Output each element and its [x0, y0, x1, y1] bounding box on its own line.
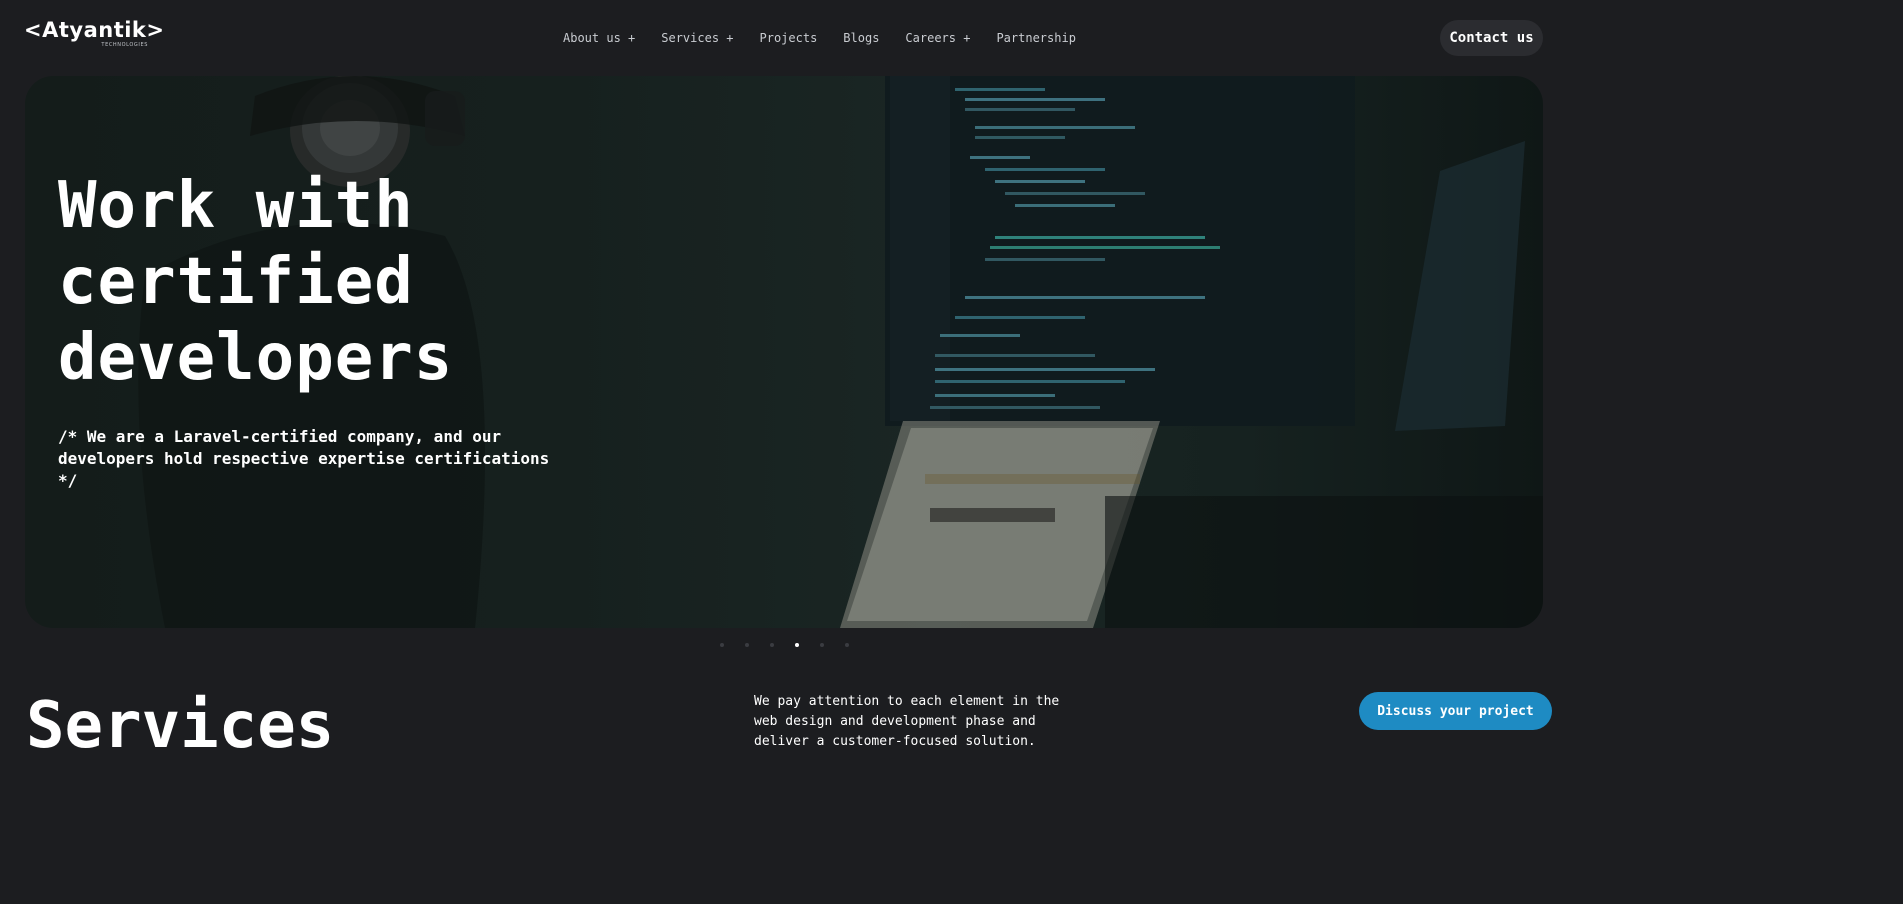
logo-subtext: TECHNOLOGIES [101, 42, 148, 48]
logo-text: <Atyantik> [24, 18, 165, 42]
nav-item-projects[interactable]: Projects [747, 31, 831, 45]
contact-us-button[interactable]: Contact us [1440, 20, 1543, 56]
services-description: We pay attention to each element in the … [754, 694, 1060, 749]
carousel-dot-5[interactable] [820, 643, 824, 647]
nav-item-blogs[interactable]: Blogs [830, 31, 892, 45]
carousel-dot-4[interactable] [795, 643, 799, 647]
nav-item-partnership[interactable]: Partnership [983, 31, 1088, 45]
nav-item-about-us[interactable]: About us + [550, 31, 648, 45]
carousel-dot-2[interactable] [745, 643, 749, 647]
hero-title: Work with certified developers [58, 169, 454, 395]
nav-item-careers[interactable]: Careers + [892, 31, 983, 45]
hero-subtitle: /* We are a Laravel-certified company, a… [58, 427, 550, 490]
carousel-indicators [720, 643, 870, 647]
company-logo[interactable]: <Atyantik> TECHNOLOGIES [24, 18, 164, 52]
carousel-dot-6[interactable] [845, 643, 849, 647]
carousel-dot-3[interactable] [770, 643, 774, 647]
carousel-dot-1[interactable] [720, 643, 724, 647]
main-nav: About us + Services + Projects Blogs Car… [550, 27, 1089, 49]
services-heading: Services [26, 689, 335, 763]
hero-banner: Work with certified developers /* We are… [25, 76, 1543, 628]
discuss-project-button[interactable]: Discuss your project [1359, 692, 1552, 730]
nav-item-services[interactable]: Services + [648, 31, 746, 45]
